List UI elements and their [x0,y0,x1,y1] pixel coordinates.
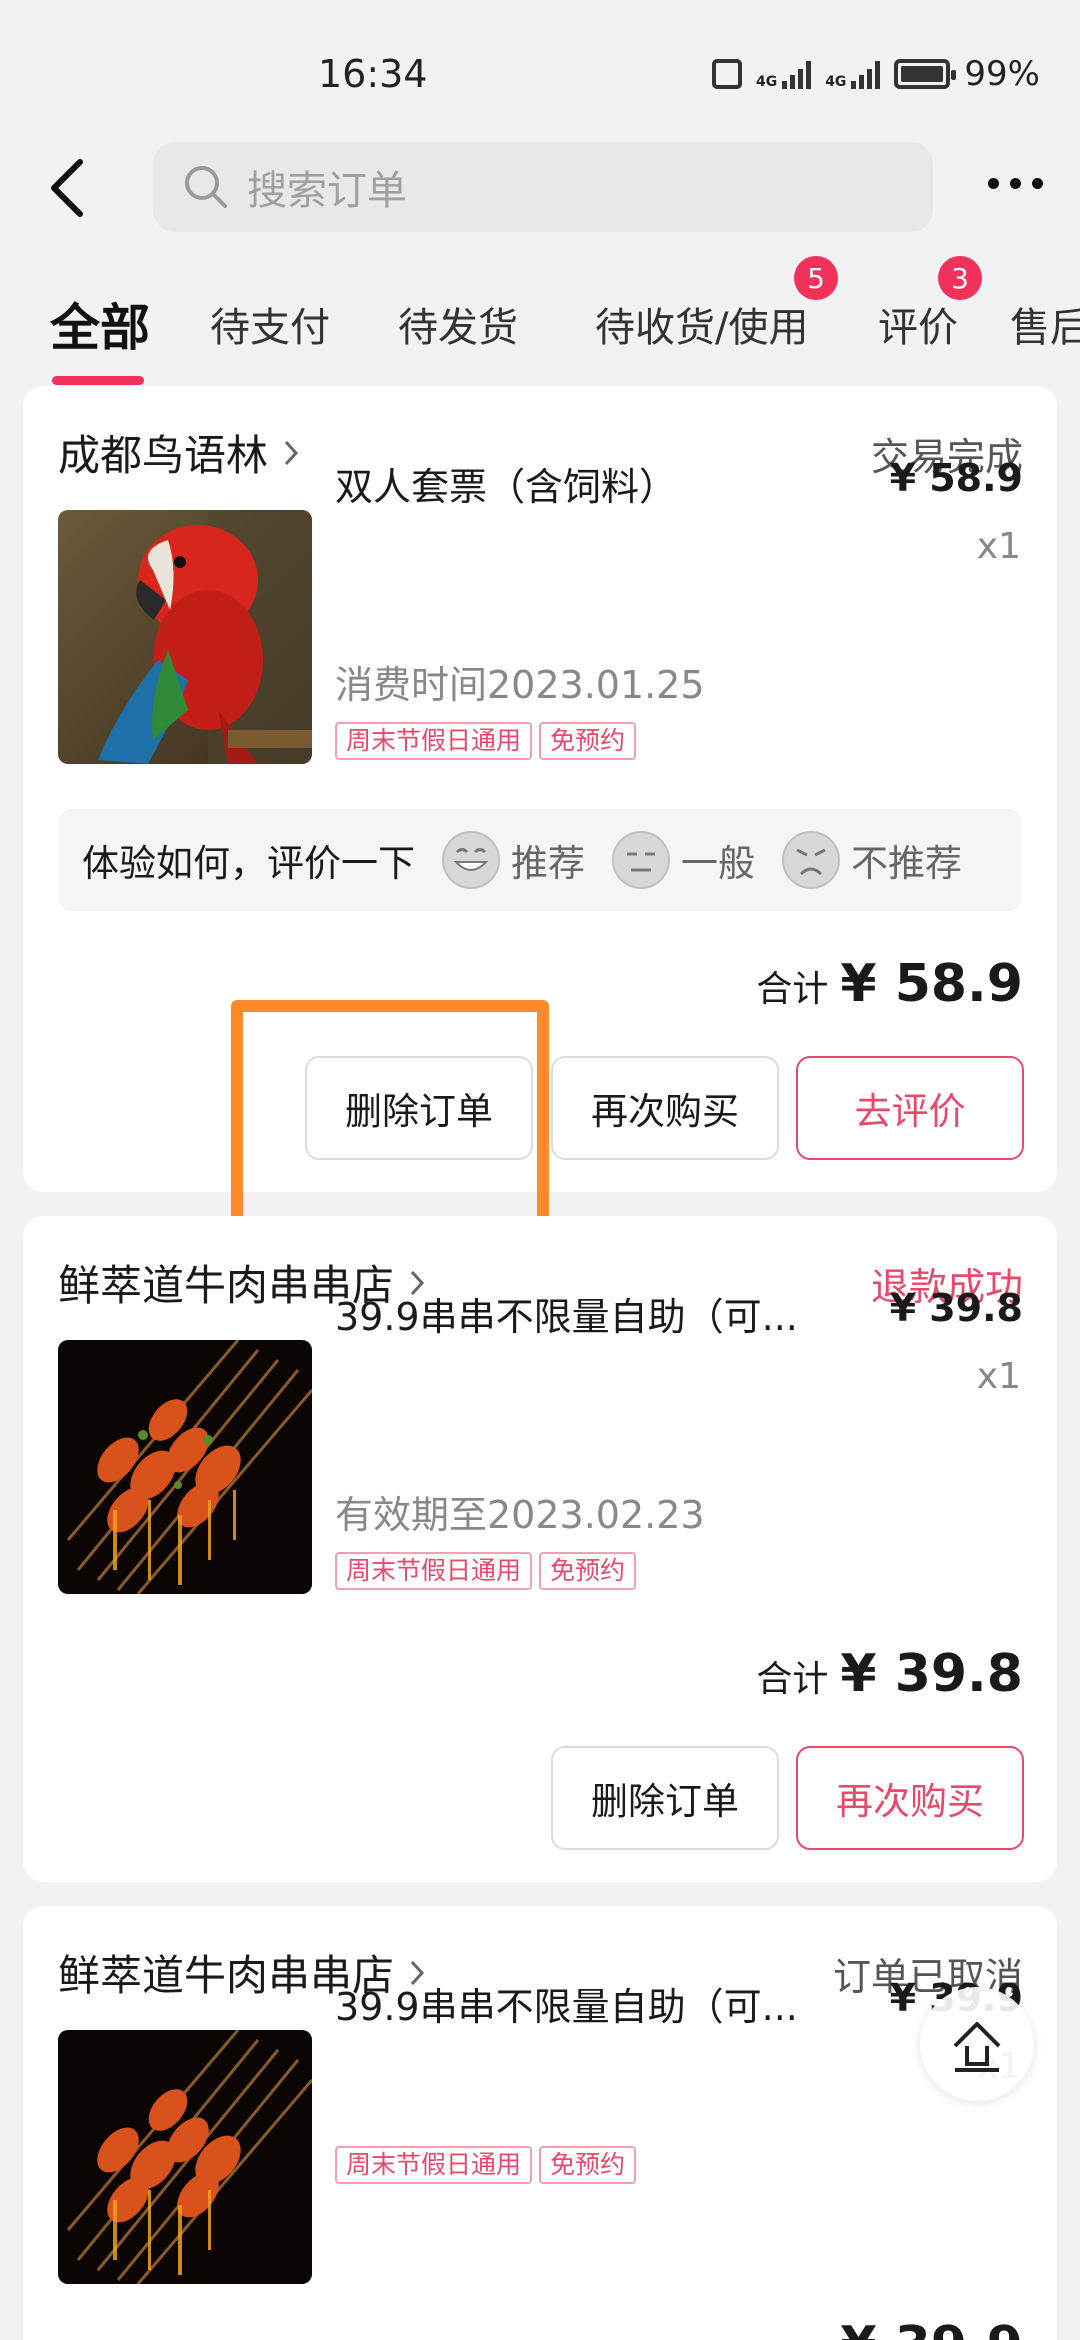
review-bar: 体验如何，评价一下 推荐 一般 不推荐 [58,809,1022,911]
review-prompt: 体验如何，评价一下 [82,842,415,885]
status-icons: 4G 4G 99% [711,54,1040,94]
product-qty: x1 [976,1356,1021,1397]
search-icon [185,166,227,208]
shop-name: 成都鸟语林 [58,431,269,480]
order-total: 合计 ¥ 39.8 [756,1644,1023,1704]
product-price: ¥ 58.9 [889,456,1023,500]
status-bar: 16:34 4G 4G 99% [0,0,1080,140]
product-image-skewers[interactable] [58,1340,312,1594]
search-input[interactable]: 搜索订单 [153,142,933,232]
tag-holiday: 周末节假日通用 [335,2146,533,2184]
product-title[interactable]: 39.9串串不限量自助（可... [335,1286,798,1341]
order-card: 鲜萃道牛肉串串店 退款成功 39.9串串不限量自助（可... ¥ 39.8 x1… [23,1216,1057,1882]
product-title[interactable]: 双人套票（含饲料） [335,456,677,511]
battery-percent: 99% [964,54,1040,94]
tag-no-reservation: 免预约 [539,2146,637,2184]
total-value: ¥ 39.9 [840,2316,1023,2340]
search-placeholder: 搜索订单 [247,168,407,214]
rebuy-button[interactable]: 再次购买 [551,1056,779,1160]
total-value: ¥ 58.9 [840,954,1023,1014]
order-total: 合计 ¥ 58.9 [756,954,1023,1014]
status-time: 16:34 [318,52,428,96]
tab-pending-payment[interactable]: 待支付 [210,295,330,353]
skewers-image [58,2030,312,2284]
more-icon[interactable] [988,178,1043,189]
delete-order-button[interactable]: 删除订单 [551,1746,779,1850]
vibrate-icon [711,59,742,89]
valid-until-date: 有效期至2023.02.23 [335,1493,705,1537]
total-label: 合计 [756,1659,829,1700]
product-image-skewers[interactable] [58,2030,312,2284]
battery-icon [894,59,957,89]
go-review-button[interactable]: 去评价 [796,1056,1024,1160]
badge-pending-receipt: 5 [794,256,838,300]
badge-review: 3 [938,256,982,300]
signal-icon-1: 4G [756,59,812,89]
order-tabs: 全部 待支付 待发货 待收货/使用 5 评价 3 售后 [0,256,1080,390]
product-title[interactable]: 39.9串串不限量自助（可... [335,1976,798,2031]
parrot-image [58,510,312,764]
back-icon[interactable] [44,158,94,218]
highlight-box [231,1000,549,1240]
product-price: ¥ 39.8 [889,1286,1023,1330]
tag-row: 周末节假日通用 免预约 [335,722,637,760]
tag-row: 周末节假日通用 免预约 [335,2146,637,2184]
order-total: ¥ 39.9 [840,2316,1023,2340]
total-value: ¥ 39.8 [840,1644,1023,1704]
neutral-face-icon [612,831,670,889]
arrow-up-icon [953,2022,1001,2072]
sad-face-icon [782,831,840,889]
chevron-right-icon [284,440,299,465]
tag-holiday: 周末节假日通用 [335,1552,533,1590]
tag-holiday: 周末节假日通用 [335,722,533,760]
shop-link[interactable]: 成都鸟语林 [58,422,300,483]
tab-after-sales[interactable]: 售后 [1010,295,1080,353]
skewers-image [58,1340,312,1594]
total-label: 合计 [756,969,829,1010]
signal-icon-2: 4G [825,59,881,89]
product-qty: x1 [976,526,1021,567]
tab-review[interactable]: 评价 [878,295,958,353]
review-recommend[interactable]: 推荐 [441,830,585,890]
tag-row: 周末节假日通用 免预约 [335,1552,637,1590]
tab-active-indicator [52,376,144,385]
product-image-parrot[interactable] [58,510,312,764]
rebuy-button[interactable]: 再次购买 [796,1746,1024,1850]
tag-no-reservation: 免预约 [539,722,637,760]
happy-face-icon [442,831,500,889]
tab-pending-shipment[interactable]: 待发货 [398,295,518,353]
order-card: 鲜萃道牛肉串串店 订单已取消 39.9串串不限量自助（可... ¥ 周末节假日通… [23,1906,1057,2340]
tag-no-reservation: 免预约 [539,1552,637,1590]
review-not-recommend[interactable]: 不推荐 [781,830,962,890]
consume-date: 消费时间2023.01.25 [335,663,705,707]
tab-all[interactable]: 全部 [50,288,150,360]
scroll-to-top-button[interactable] [920,1987,1034,2101]
tab-pending-receipt[interactable]: 待收货/使用 [595,295,808,353]
review-neutral[interactable]: 一般 [611,830,755,890]
